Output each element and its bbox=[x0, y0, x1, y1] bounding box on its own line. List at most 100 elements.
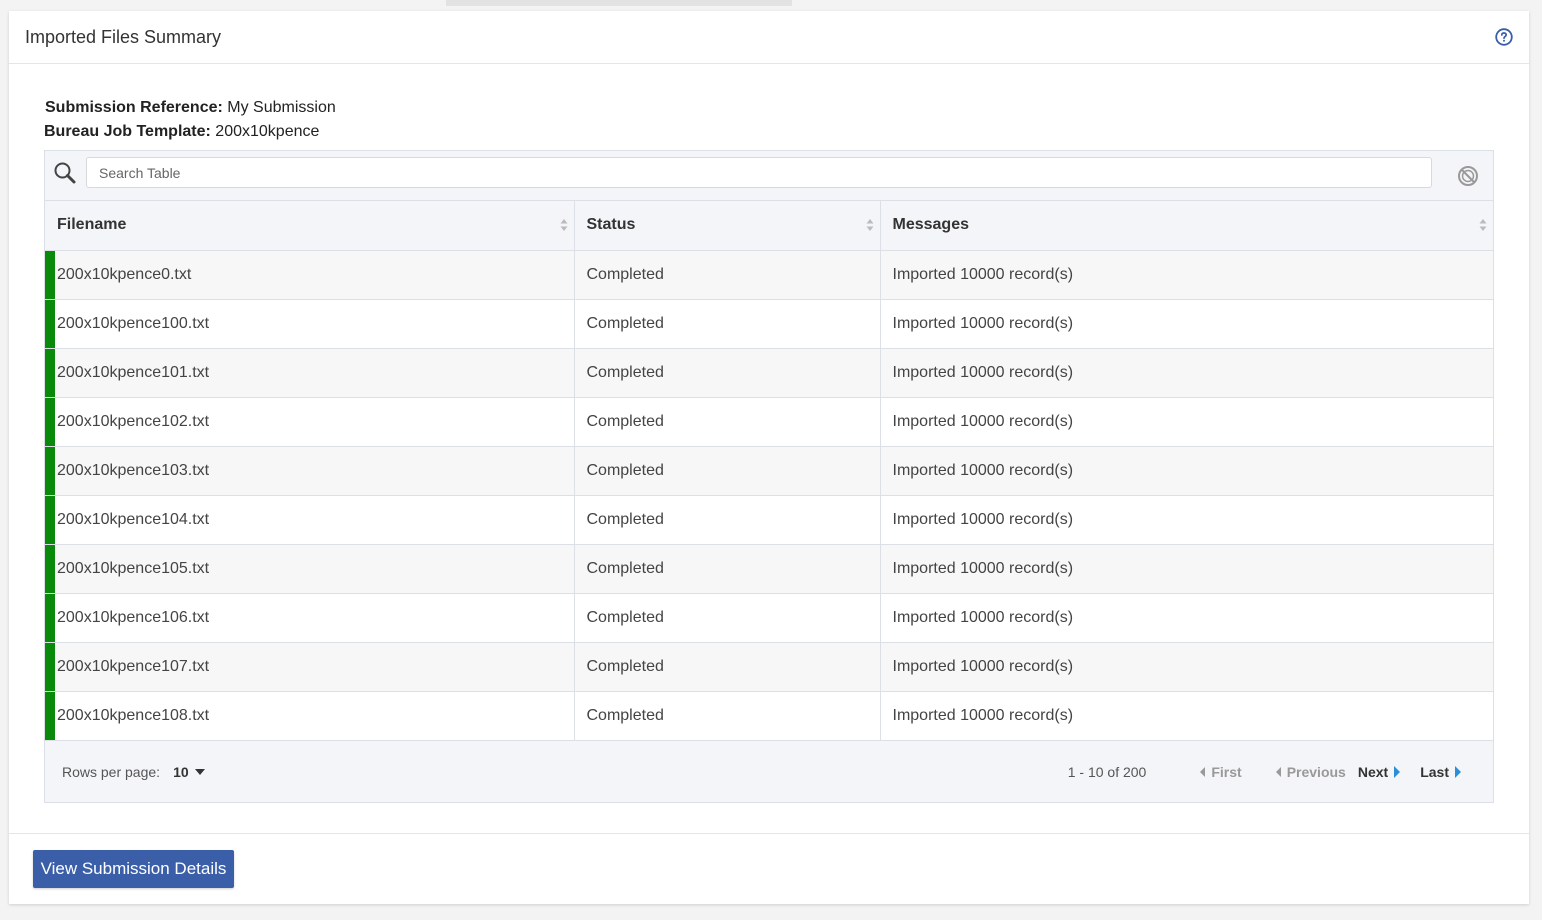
cell-status: Completed bbox=[574, 446, 881, 496]
next-page-button[interactable]: Next bbox=[1357, 763, 1401, 780]
search-icon bbox=[54, 162, 76, 184]
cell-message: Imported 10000 record(s) bbox=[880, 250, 1493, 300]
cell-message: Imported 10000 record(s) bbox=[880, 593, 1493, 643]
filename-text: 200x10kpence103.txt bbox=[57, 461, 210, 479]
filename-text: 200x10kpence107.txt bbox=[57, 657, 210, 675]
column-header-label: Messages bbox=[892, 216, 970, 234]
cell-filename: 200x10kpence106.txt bbox=[45, 593, 575, 643]
column-header-label: Status bbox=[586, 216, 636, 234]
clear-search-icon[interactable] bbox=[1457, 165, 1479, 187]
table-header-row: Filename Status Messages bbox=[45, 201, 1493, 251]
cell-message: Imported 10000 record(s) bbox=[880, 544, 1493, 594]
previous-page-button[interactable]: Previous bbox=[1275, 763, 1346, 780]
filename-text: 200x10kpence108.txt bbox=[57, 706, 210, 724]
cell-status: Completed bbox=[574, 250, 881, 300]
chevron-right-icon bbox=[1394, 765, 1401, 778]
panel-header: Imported Files Summary bbox=[9, 11, 1529, 64]
rows-per-page-value: 10 bbox=[173, 763, 189, 780]
job-template-value: 200x10kpence bbox=[215, 123, 320, 140]
cell-message: Imported 10000 record(s) bbox=[880, 495, 1493, 545]
column-header-label: Filename bbox=[57, 216, 127, 234]
cell-status: Completed bbox=[574, 544, 881, 594]
table-row[interactable]: 200x10kpence103.txt Completed Imported 1… bbox=[45, 446, 1493, 496]
cell-filename: 200x10kpence100.txt bbox=[45, 299, 575, 349]
column-header-messages[interactable]: Messages bbox=[880, 201, 1493, 251]
search-input[interactable] bbox=[86, 157, 1432, 188]
status-indicator bbox=[45, 593, 55, 642]
panel-title: Imported Files Summary bbox=[25, 26, 222, 47]
status-indicator bbox=[45, 299, 55, 348]
table-row[interactable]: 200x10kpence108.txt Completed Imported 1… bbox=[45, 691, 1493, 741]
table-footer: Rows per page: 10 1 - 10 of 200 First Pr… bbox=[45, 740, 1493, 802]
table-row[interactable]: 200x10kpence104.txt Completed Imported 1… bbox=[45, 495, 1493, 545]
cell-message: Imported 10000 record(s) bbox=[880, 348, 1493, 398]
column-header-status[interactable]: Status bbox=[574, 201, 881, 251]
filename-text: 200x10kpence100.txt bbox=[57, 314, 210, 332]
cell-status: Completed bbox=[574, 642, 881, 692]
files-table: Filename Status Messages bbox=[44, 150, 1494, 803]
cell-message: Imported 10000 record(s) bbox=[880, 299, 1493, 349]
filename-text: 200x10kpence102.txt bbox=[57, 412, 210, 430]
submission-reference-value: My Submission bbox=[227, 99, 336, 116]
table-row[interactable]: 200x10kpence102.txt Completed Imported 1… bbox=[45, 397, 1493, 447]
job-template: Bureau Job Template: 200x10kpence bbox=[44, 120, 1494, 144]
last-page-button[interactable]: Last bbox=[1420, 764, 1461, 780]
imported-files-panel: Imported Files Summary Submission Refere… bbox=[9, 11, 1529, 904]
sort-icon[interactable] bbox=[1479, 218, 1487, 232]
sort-icon[interactable] bbox=[560, 218, 568, 232]
first-page-button[interactable]: First bbox=[1200, 763, 1242, 780]
next-page-label: Next bbox=[1357, 763, 1389, 780]
filename-text: 200x10kpence104.txt bbox=[57, 510, 210, 528]
table-row[interactable]: 200x10kpence107.txt Completed Imported 1… bbox=[45, 642, 1493, 692]
top-strip bbox=[446, 0, 792, 6]
help-icon[interactable] bbox=[1495, 28, 1513, 46]
status-indicator bbox=[45, 642, 55, 691]
status-indicator bbox=[45, 544, 55, 593]
filename-text: 200x10kpence0.txt bbox=[57, 265, 192, 283]
chevron-right-icon bbox=[1455, 765, 1461, 778]
status-indicator bbox=[45, 397, 55, 446]
cell-filename: 200x10kpence105.txt bbox=[45, 544, 575, 594]
table-row[interactable]: 200x10kpence100.txt Completed Imported 1… bbox=[45, 299, 1493, 349]
cell-message: Imported 10000 record(s) bbox=[880, 397, 1493, 447]
rows-per-page-label: Rows per page: bbox=[62, 763, 161, 780]
status-indicator bbox=[45, 446, 55, 495]
sort-icon[interactable] bbox=[866, 218, 874, 232]
cell-status: Completed bbox=[574, 397, 881, 447]
cell-filename: 200x10kpence0.txt bbox=[45, 250, 575, 300]
table-row[interactable]: 200x10kpence106.txt Completed Imported 1… bbox=[45, 593, 1493, 643]
page-range: 1 - 10 of 200 bbox=[1067, 763, 1147, 780]
table-row[interactable]: 200x10kpence105.txt Completed Imported 1… bbox=[45, 544, 1493, 594]
cell-status: Completed bbox=[574, 299, 881, 349]
first-page-label: First bbox=[1211, 763, 1242, 780]
chevron-down-icon bbox=[194, 768, 205, 775]
cell-message: Imported 10000 record(s) bbox=[880, 642, 1493, 692]
status-indicator bbox=[45, 348, 55, 397]
pagination: 1 - 10 of 200 First Previous Next Last bbox=[1068, 764, 1461, 780]
last-page-label: Last bbox=[1420, 763, 1449, 780]
cell-message: Imported 10000 record(s) bbox=[880, 446, 1493, 496]
cell-status: Completed bbox=[574, 691, 881, 741]
cell-status: Completed bbox=[574, 348, 881, 398]
chevron-left-icon bbox=[1200, 766, 1206, 777]
table-row[interactable]: 200x10kpence101.txt Completed Imported 1… bbox=[45, 348, 1493, 398]
view-submission-details-button[interactable]: View Submission Details bbox=[33, 850, 234, 888]
submission-reference: Submission Reference: My Submission bbox=[44, 96, 1494, 120]
previous-page-label: Previous bbox=[1286, 763, 1346, 780]
cell-status: Completed bbox=[574, 593, 881, 643]
cell-filename: 200x10kpence102.txt bbox=[45, 397, 575, 447]
panel-body: Submission Reference: My Submission Bure… bbox=[9, 64, 1529, 833]
cell-message: Imported 10000 record(s) bbox=[880, 691, 1493, 741]
search-bar bbox=[45, 151, 1493, 201]
job-template-label: Bureau Job Template: bbox=[44, 123, 211, 140]
status-indicator bbox=[45, 691, 55, 740]
table-row[interactable]: 200x10kpence0.txt Completed Imported 100… bbox=[45, 250, 1493, 300]
cell-filename: 200x10kpence104.txt bbox=[45, 495, 575, 545]
chevron-left-icon bbox=[1275, 766, 1281, 777]
rows-per-page-select[interactable]: 10 bbox=[173, 764, 205, 780]
status-indicator bbox=[45, 250, 55, 299]
cell-filename: 200x10kpence107.txt bbox=[45, 642, 575, 692]
column-header-filename[interactable]: Filename bbox=[45, 201, 575, 251]
filename-text: 200x10kpence101.txt bbox=[57, 363, 210, 381]
cell-filename: 200x10kpence108.txt bbox=[45, 691, 575, 741]
